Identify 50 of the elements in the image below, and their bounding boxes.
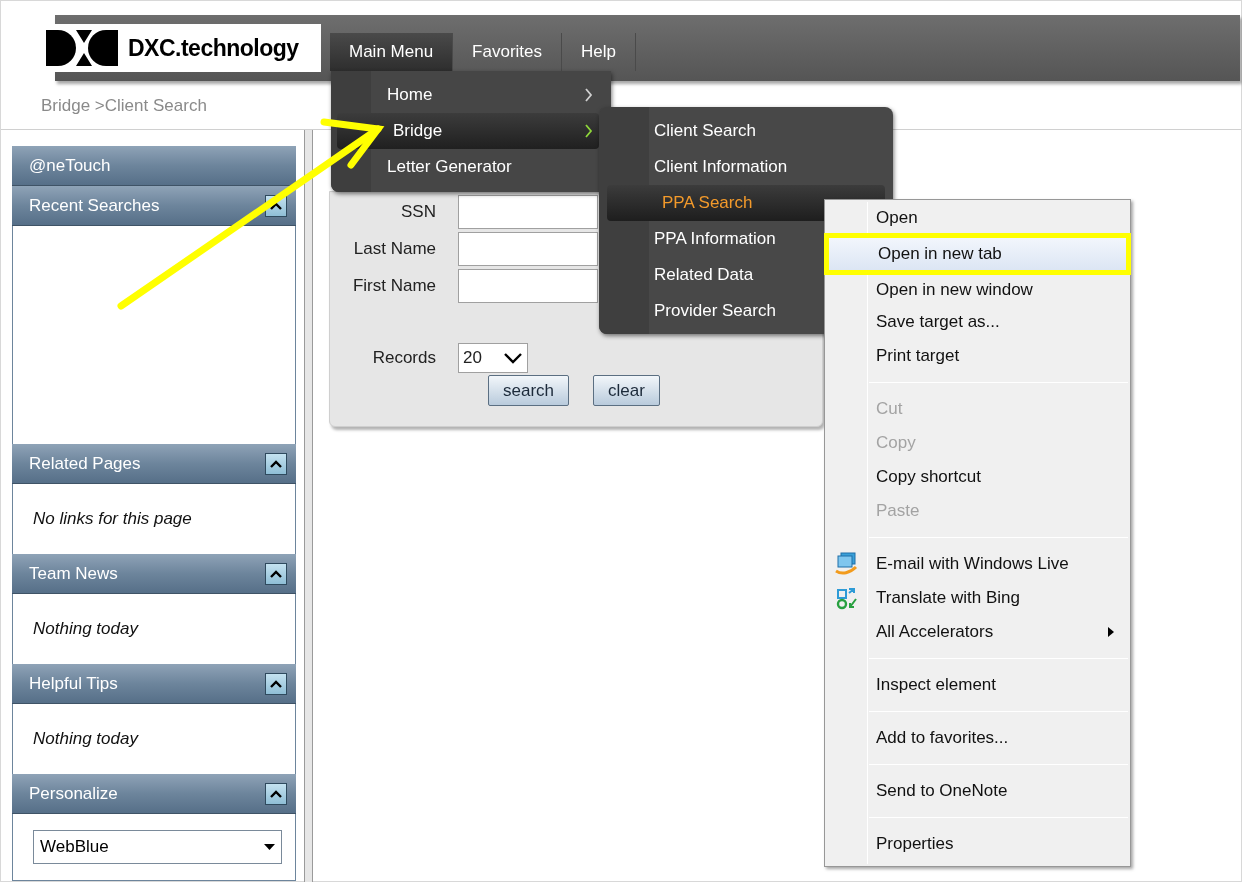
context-menu-item[interactable]: Properties [827, 827, 1128, 861]
context-menu-item[interactable]: Inspect element [827, 668, 1128, 702]
panel-title: @neTouch [29, 154, 111, 177]
chevron-down-icon [503, 351, 523, 365]
field-label: First Name [351, 275, 436, 298]
panel-note: Nothing today [33, 618, 138, 641]
form-button[interactable]: search [488, 375, 570, 406]
panel-title: Personalize [29, 782, 118, 805]
form-button[interactable]: clear [593, 375, 660, 406]
field-label: SSN [400, 201, 436, 224]
context-menu-item[interactable]: E-mail with Windows Live [827, 547, 1128, 581]
collapse-button[interactable] [265, 782, 287, 805]
logo-text: DXC.technology [128, 33, 299, 63]
menu-item[interactable]: Letter Generator [331, 149, 599, 185]
collapse-button[interactable] [265, 452, 287, 475]
translate-icon [836, 587, 860, 610]
text-field[interactable] [458, 269, 598, 303]
context-menu-item[interactable]: Translate with Bing [827, 581, 1128, 615]
field-label: Records [371, 347, 436, 370]
context-menu-item[interactable]: Open in new window [827, 275, 1128, 305]
context-menu-item[interactable]: All Accelerators [827, 615, 1128, 649]
text-field[interactable] [458, 195, 598, 229]
nav-tab[interactable]: Main Menu [330, 33, 454, 71]
panel-title: Recent Searches [29, 194, 160, 217]
collapse-button[interactable] [265, 672, 287, 695]
context-menu-item[interactable]: Send to OneNote [827, 774, 1128, 808]
context-menu-item[interactable]: Copy shortcut [827, 460, 1128, 494]
menu-item[interactable]: Client Search [599, 113, 893, 149]
panel-title: Team News [29, 562, 118, 585]
context-menu-item[interactable]: Add to favorites... [827, 721, 1128, 755]
dropdown-arrow-icon [264, 844, 275, 850]
panel-title: Helpful Tips [29, 672, 118, 695]
context-menu-item[interactable]: Print target [827, 339, 1128, 373]
panel-title: Related Pages [29, 452, 141, 475]
collapse-button[interactable] [265, 562, 287, 585]
records-dropdown[interactable]: 20 [458, 343, 528, 373]
text-field[interactable] [458, 232, 598, 266]
context-menu-item[interactable]: Save target as... [827, 305, 1128, 339]
theme-dropdown[interactable]: WebBlue [33, 830, 282, 864]
menu-item[interactable]: Home [331, 77, 599, 113]
logo-mark-icon [46, 28, 118, 68]
panel-note: Nothing today [33, 728, 138, 751]
menu-item[interactable]: Bridge [337, 113, 599, 149]
menu-item[interactable]: Client Information [599, 149, 893, 185]
panel-note: No links for this page [33, 508, 192, 531]
context-menu-item[interactable]: Open in new tab [824, 233, 1131, 275]
submenu-arrow-icon [1108, 627, 1114, 637]
field-label: Last Name [352, 238, 436, 261]
breadcrumb: Bridge >Client Search [40, 95, 207, 117]
email-icon [835, 552, 859, 576]
